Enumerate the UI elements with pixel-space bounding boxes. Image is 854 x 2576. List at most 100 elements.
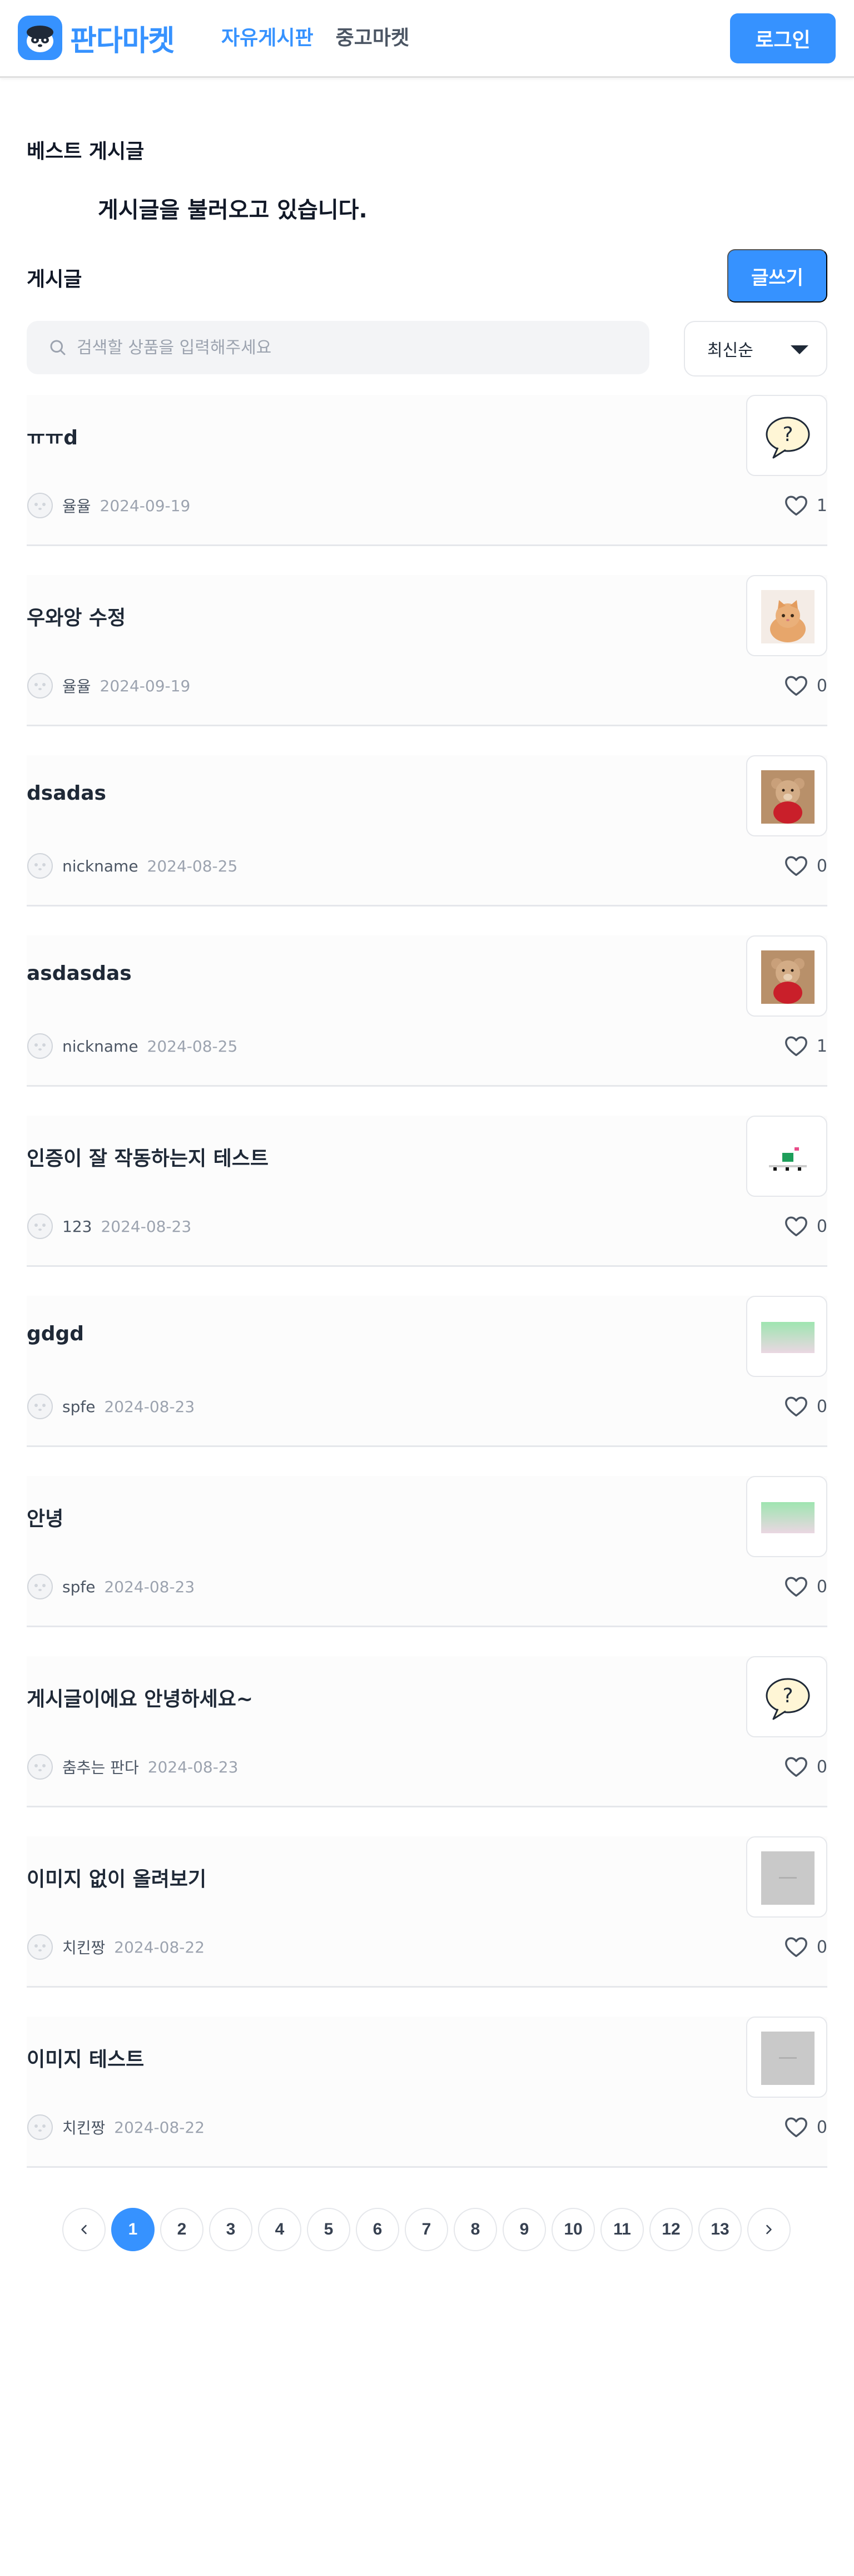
svg-text:?: ? (782, 1685, 793, 1707)
post-title[interactable]: asdasdas (27, 962, 132, 985)
post-meta: spfe 2024-08-23 (27, 1393, 195, 1420)
heart-icon[interactable] (783, 2114, 809, 2140)
like-count: 1 (816, 496, 827, 516)
logo[interactable]: 판다마켓 (18, 16, 175, 60)
post-meta: 치킨짱 2024-08-22 (27, 1933, 205, 1961)
post-author: nickname (62, 1037, 138, 1056)
post-thumbnail[interactable] (746, 1116, 827, 1197)
post-item[interactable]: dsadas nickname 2024-08-25 0 (27, 755, 827, 906)
post-item[interactable]: 우와앙 수정 율율 2024-09-19 0 (27, 575, 827, 726)
heart-icon[interactable] (783, 673, 809, 699)
page-number-button[interactable]: 13 (698, 2208, 742, 2251)
page-number-button[interactable]: 7 (405, 2208, 448, 2251)
post-item[interactable]: 게시글이에요 안녕하세요~? 춤추는 판다 2024-08-23 0 (27, 1656, 827, 1807)
like-count: 0 (816, 1216, 827, 1236)
nav-used-market[interactable]: 중고마켓 (336, 24, 409, 52)
post-title[interactable]: 게시글이에요 안녕하세요~ (27, 1683, 253, 1712)
post-item[interactable]: 안녕 spfe 2024-08-23 0 (27, 1476, 827, 1627)
page-number-button[interactable]: 8 (454, 2208, 497, 2251)
page-number-button[interactable]: 11 (600, 2208, 644, 2251)
loading-message: 게시글을 불러오고 있습니다. (98, 197, 368, 223)
like-counter[interactable]: 0 (783, 1213, 827, 1239)
post-author: spfe (62, 1397, 96, 1416)
post-author: spfe (62, 1577, 96, 1596)
post-title[interactable]: dsadas (27, 782, 106, 805)
page-number-button[interactable]: 9 (503, 2208, 546, 2251)
post-author: 123 (62, 1217, 92, 1236)
post-thumbnail[interactable] (746, 755, 827, 836)
search-icon (50, 340, 66, 355)
post-item[interactable]: 인증이 잘 작동하는지 테스트 123 2024-08-23 0 (27, 1116, 827, 1267)
heart-icon[interactable] (783, 1213, 809, 1239)
sort-dropdown[interactable]: 최신순 (684, 321, 827, 377)
like-counter[interactable]: 0 (783, 1754, 827, 1780)
post-author: 율율 (62, 497, 91, 516)
post-meta: 123 2024-08-23 (27, 1212, 191, 1240)
avatar-icon (27, 853, 53, 879)
search-bar (27, 321, 649, 374)
page-number-button[interactable]: 12 (649, 2208, 693, 2251)
post-date: 2024-09-19 (100, 676, 191, 695)
post-item[interactable]: asdasdas nickname 2024-08-25 1 (27, 935, 827, 1087)
post-title[interactable]: 이미지 테스트 (27, 2043, 144, 2072)
post-item[interactable]: 이미지 없이 올려보기치킨짱 2024-08-22 0 (27, 1836, 827, 1988)
post-title[interactable]: 이미지 없이 올려보기 (27, 1863, 206, 1892)
write-post-button[interactable]: 글쓰기 (727, 249, 827, 303)
page-number-button[interactable]: 4 (258, 2208, 301, 2251)
like-count: 0 (816, 2117, 827, 2137)
page-number-button[interactable]: 10 (552, 2208, 595, 2251)
heart-icon[interactable] (783, 1033, 809, 1059)
post-title[interactable]: ㅠㅠd (27, 422, 78, 450)
like-counter[interactable]: 0 (783, 1574, 827, 1599)
login-button[interactable]: 로그인 (730, 13, 836, 63)
post-thumbnail[interactable] (746, 935, 827, 1017)
heart-icon[interactable] (783, 853, 809, 879)
post-thumbnail[interactable] (746, 1296, 827, 1377)
heart-icon[interactable] (783, 1754, 809, 1780)
post-date: 2024-08-23 (101, 1217, 192, 1236)
post-item[interactable]: gdgd spfe 2024-08-23 0 (27, 1296, 827, 1447)
like-counter[interactable]: 0 (783, 673, 827, 699)
nav-free-board[interactable]: 자유게시판 (221, 24, 314, 52)
post-meta: 춤추는 판다 2024-08-23 (27, 1753, 238, 1781)
search-input[interactable] (77, 338, 577, 358)
post-item[interactable]: ㅠㅠd? 율율 2024-09-19 1 (27, 395, 827, 546)
heart-icon[interactable] (783, 493, 809, 518)
like-counter[interactable]: 0 (783, 853, 827, 879)
page-number-button[interactable]: 5 (307, 2208, 350, 2251)
page-number-button[interactable]: 2 (160, 2208, 203, 2251)
post-thumbnail[interactable] (746, 575, 827, 656)
post-thumbnail[interactable] (746, 1836, 827, 1918)
post-meta: 율율 2024-09-19 (27, 492, 190, 519)
post-title[interactable]: gdgd (27, 1322, 84, 1345)
like-counter[interactable]: 1 (783, 493, 827, 518)
next-page-button[interactable] (747, 2208, 791, 2251)
heart-icon[interactable] (783, 1934, 809, 1960)
post-date: 2024-08-25 (147, 1037, 238, 1056)
avatar-icon (27, 1394, 53, 1419)
page-number-button[interactable]: 6 (356, 2208, 399, 2251)
page-number-button[interactable]: 1 (111, 2208, 155, 2251)
post-item[interactable]: 이미지 테스트 치킨짱 2024-08-22 0 (27, 2017, 827, 2168)
like-count: 0 (816, 676, 827, 696)
post-thumbnail[interactable] (746, 1476, 827, 1557)
heart-icon[interactable] (783, 1394, 809, 1419)
post-thumbnail[interactable]: ? (746, 1656, 827, 1737)
like-counter[interactable]: 1 (783, 1033, 827, 1059)
heart-icon[interactable] (783, 1574, 809, 1599)
post-title[interactable]: 우와앙 수정 (27, 602, 126, 631)
post-title[interactable]: 안녕 (27, 1503, 63, 1532)
like-counter[interactable]: 0 (783, 1934, 827, 1960)
post-thumbnail[interactable] (746, 2017, 827, 2098)
post-title[interactable]: 인증이 잘 작동하는지 테스트 (27, 1142, 269, 1171)
like-count: 0 (816, 1396, 827, 1416)
header: 판다마켓 자유게시판 중고마켓 로그인 (0, 0, 854, 78)
like-counter[interactable]: 0 (783, 2114, 827, 2140)
page-number-button[interactable]: 3 (209, 2208, 252, 2251)
prev-page-button[interactable] (62, 2208, 106, 2251)
like-counter[interactable]: 0 (783, 1394, 827, 1419)
avatar-icon (27, 493, 53, 518)
post-date: 2024-08-23 (104, 1397, 195, 1416)
chevron-left-icon (81, 2225, 87, 2235)
post-thumbnail[interactable]: ? (746, 395, 827, 476)
